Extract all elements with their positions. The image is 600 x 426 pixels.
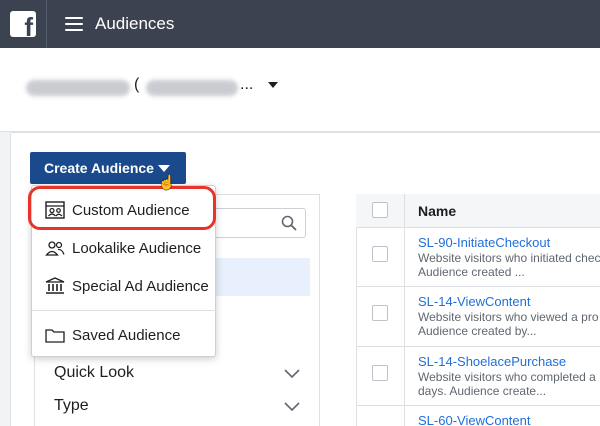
chevron-down-icon[interactable] [284, 369, 300, 379]
account-selector-row: ( ... [0, 48, 600, 132]
menu-item-label: Special Ad Audience [72, 277, 209, 295]
facebook-logo-icon[interactable]: f [10, 11, 36, 37]
account-ellipsis: ... [240, 76, 254, 93]
filter-quick-look[interactable]: Quick Look [54, 364, 134, 382]
audience-name-link[interactable]: SL-14-ShoelacePurchase [418, 354, 566, 369]
caret-down-icon [158, 165, 170, 172]
custom-audience-icon [44, 201, 66, 219]
menu-item-special-ad-audience[interactable]: Special Ad Audience [32, 268, 217, 304]
folder-icon [44, 326, 66, 344]
account-dropdown-caret-icon[interactable] [268, 82, 278, 88]
topbar-divider [46, 0, 47, 48]
audience-name-link[interactable]: SL-60-ViewContent [418, 413, 531, 426]
hamburger-menu-icon[interactable] [65, 17, 83, 31]
row-checkbox[interactable] [372, 365, 388, 381]
row-checkbox[interactable] [372, 305, 388, 321]
audience-description: Website visitors who completed a days. Au… [418, 370, 596, 398]
row-divider [356, 286, 600, 287]
redacted-account-name [26, 80, 130, 96]
institution-icon [44, 277, 66, 295]
column-divider [404, 194, 405, 426]
top-bar: f Audiences [0, 0, 600, 48]
people-icon [44, 239, 66, 257]
redacted-account-id [146, 80, 238, 96]
menu-item-label: Saved Audience [72, 326, 181, 344]
create-audience-menu: Custom Audience Lookalike Audience Speci… [31, 185, 217, 357]
filter-type[interactable]: Type [54, 397, 89, 415]
menu-item-label: Lookalike Audience [72, 239, 202, 257]
audience-name-link[interactable]: SL-90-InitiateCheckout [418, 235, 550, 250]
row-divider [356, 346, 600, 347]
page-title: Audiences [95, 14, 175, 33]
row-divider [356, 405, 600, 406]
chevron-down-icon[interactable] [284, 402, 300, 412]
audience-name-link[interactable]: SL-14-ViewContent [418, 294, 531, 309]
create-audience-label: Create Audience [44, 160, 154, 176]
menu-divider [32, 310, 217, 311]
menu-item-lookalike-audience[interactable]: Lookalike Audience [32, 230, 217, 266]
search-icon [281, 215, 297, 231]
menu-item-label: Custom Audience [72, 201, 190, 219]
table-header [356, 194, 600, 228]
account-paren: ( [134, 76, 140, 93]
hand-cursor-icon: ☝ [158, 174, 176, 190]
menu-item-saved-audience[interactable]: Saved Audience [32, 317, 217, 353]
audience-description: Website visitors who initiated chec Audie… [418, 251, 600, 279]
audience-description: Website visitors who viewed a pro Audienc… [418, 310, 599, 338]
menu-item-custom-audience[interactable]: Custom Audience [32, 192, 217, 228]
column-header-name[interactable]: Name [418, 203, 456, 219]
select-all-checkbox[interactable] [372, 202, 388, 218]
row-checkbox[interactable] [372, 246, 388, 262]
